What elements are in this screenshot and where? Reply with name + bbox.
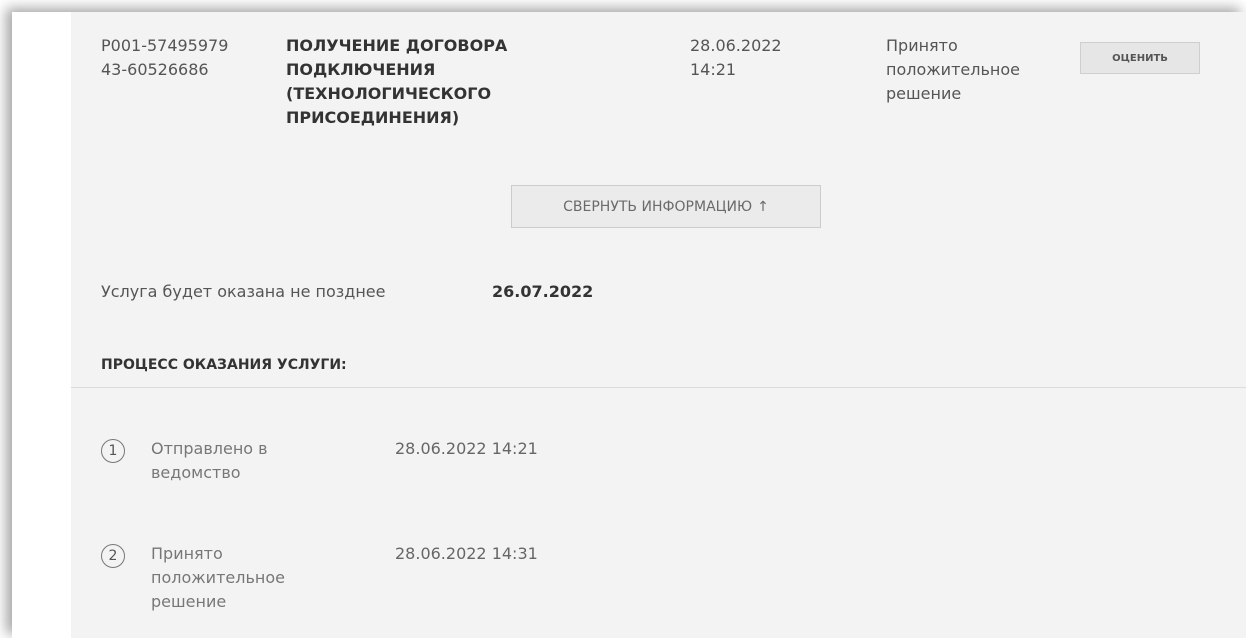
step-label: Принято положительное решение [151, 544, 285, 611]
service-title: ПОЛУЧЕНИЕ ДОГОВОРА ПОДКЛЮЧЕНИЯ (ТЕХНОЛОГ… [286, 36, 508, 127]
step-date: 28.06.2022 14:21 [395, 439, 538, 458]
process-heading: ПРОЦЕСС ОКАЗАНИЯ УСЛУГИ: [101, 357, 347, 373]
deadline-label: Услуга будет оказана не позднее [101, 282, 386, 301]
step-label: Отправлено в ведомство [151, 439, 268, 482]
request-date: 28.06.2022 14:21 [690, 36, 782, 79]
request-status: Принято положительное решение [886, 36, 1020, 103]
rate-button[interactable]: ОЦЕНИТЬ [1080, 42, 1200, 74]
arrow-up-icon: ↑ [757, 198, 769, 215]
divider [71, 387, 1246, 388]
step-date: 28.06.2022 14:31 [395, 544, 538, 563]
step-number-badge: 1 [101, 439, 125, 463]
step-number-badge: 2 [101, 544, 125, 568]
request-details-panel: P001-5749597943-60526686 ПОЛУЧЕНИЕ ДОГОВ… [71, 12, 1246, 638]
collapse-button-label: СВЕРНУТЬ ИНФОРМАЦИЮ [563, 198, 753, 215]
request-id: P001-5749597943-60526686 [101, 36, 229, 79]
collapse-info-button[interactable]: СВЕРНУТЬ ИНФОРМАЦИЮ ↑ [511, 185, 821, 228]
window-frame: P001-5749597943-60526686 ПОЛУЧЕНИЕ ДОГОВ… [12, 12, 1246, 638]
deadline-date: 26.07.2022 [492, 282, 594, 301]
request-summary-row: P001-5749597943-60526686 ПОЛУЧЕНИЕ ДОГОВ… [71, 12, 1246, 182]
